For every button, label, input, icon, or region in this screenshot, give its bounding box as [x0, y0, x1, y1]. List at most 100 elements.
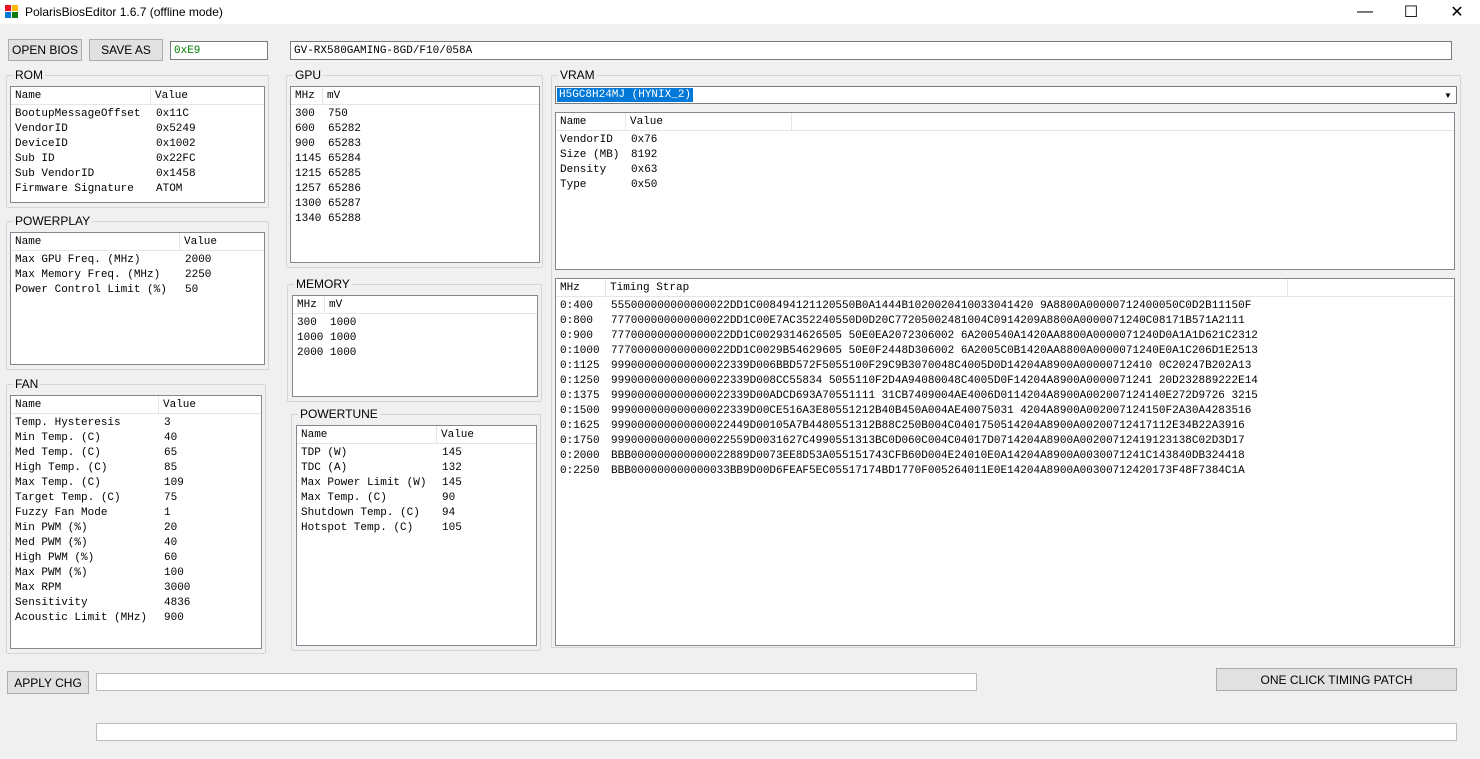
apply-changes-button[interactable]: APPLY CHG	[7, 671, 89, 694]
vram-info-list[interactable]: Name Value VendorID 0x76 Size (MB) 8192 Dens…	[555, 112, 1455, 270]
vram-info-row[interactable]: VendorID 0x76	[556, 133, 1454, 148]
powertune-row[interactable]: TDC (A) 132	[297, 461, 536, 476]
rom-row[interactable]: Sub ID 0x22FC	[11, 152, 264, 167]
memory-list[interactable]: MHz mV 300 1000 1000 1000 2000 1000	[292, 295, 538, 397]
powertune-list[interactable]: Name Value TDP (W) 145 TDC (A) 132 Max Power…	[296, 425, 537, 646]
timing-row[interactable]: 0:800 777000000000000022DD1C00E7AC3522405…	[556, 314, 1454, 329]
memory-row[interactable]: 2000 1000	[293, 346, 537, 361]
powertune-row[interactable]: Max Power Limit (W) 145	[297, 476, 536, 491]
vram-info-row[interactable]: Type 0x50	[556, 178, 1454, 193]
timing-row-cell: 999000000000000022339D00ADCD693A70551111…	[611, 390, 1258, 402]
memory-col-mv[interactable]: mV	[325, 296, 537, 313]
powertune-row[interactable]: TDP (W) 145	[297, 446, 536, 461]
timing-row[interactable]: 0:900 777000000000000022DD1C0029314626505…	[556, 329, 1454, 344]
powerplay-row[interactable]: Max GPU Freq. (MHz) 2000	[11, 253, 264, 268]
rom-row[interactable]: BootupMessageOffset 0x11C	[11, 107, 264, 122]
open-bios-button[interactable]: OPEN BIOS	[8, 39, 82, 61]
timing-row[interactable]: 0:2250 BBB000000000000033BB9D00D6FEAF5EC0…	[556, 464, 1454, 479]
fan-row[interactable]: Min PWM (%) 20	[11, 521, 261, 536]
fan-row[interactable]: Fuzzy Fan Mode 1	[11, 506, 261, 521]
gpu-row[interactable]: 300 750	[291, 107, 539, 122]
powerplay-row[interactable]: Power Control Limit (%) 50	[11, 283, 264, 298]
rom-row[interactable]: Firmware Signature ATOM	[11, 182, 264, 197]
timing-row[interactable]: 0:1250 999000000000000022339D008CC55834 5…	[556, 374, 1454, 389]
fan-row-cell: High Temp. (C)	[15, 462, 108, 474]
fan-row[interactable]: Acoustic Limit (MHz) 900	[11, 611, 261, 626]
maximize-icon: ☐	[1403, 4, 1419, 21]
fan-row[interactable]: Max Temp. (C) 109	[11, 476, 261, 491]
timing-row[interactable]: 0:1625 999000000000000022449D00105A7B4480…	[556, 419, 1454, 434]
powertune-row[interactable]: Max Temp. (C) 90	[297, 491, 536, 506]
powertune-row[interactable]: Shutdown Temp. (C) 94	[297, 506, 536, 521]
fan-col-name[interactable]: Name	[11, 396, 159, 413]
maximize-button[interactable]: ☐	[1388, 0, 1434, 24]
close-button[interactable]: ✕	[1434, 0, 1480, 24]
rom-col-value[interactable]: Value	[151, 87, 264, 104]
gpu-col-mv[interactable]: mV	[323, 87, 539, 104]
gpu-row[interactable]: 900 65283	[291, 137, 539, 152]
powertune-row[interactable]: Hotspot Temp. (C) 105	[297, 521, 536, 536]
rom-col-name[interactable]: Name	[11, 87, 151, 104]
fan-row[interactable]: Max PWM (%) 100	[11, 566, 261, 581]
fan-row-cell: Med Temp. (C)	[15, 447, 101, 459]
memory-col-mhz[interactable]: MHz	[293, 296, 325, 313]
timing-row[interactable]: 0:1750 999000000000000022559D0031627C4990…	[556, 434, 1454, 449]
timing-row[interactable]: 0:1500 999000000000000022339D00CE516A3E80…	[556, 404, 1454, 419]
gpu-row[interactable]: 600 65282	[291, 122, 539, 137]
fan-row[interactable]: Sensitivity 4836	[11, 596, 261, 611]
fan-row[interactable]: Med Temp. (C) 65	[11, 446, 261, 461]
save-as-button[interactable]: SAVE AS	[89, 39, 163, 61]
gpu-row[interactable]: 1145 65284	[291, 152, 539, 167]
checksum-field[interactable]: 0xE9	[170, 41, 268, 60]
powertune-col-name[interactable]: Name	[297, 426, 437, 443]
fan-row[interactable]: Med PWM (%) 40	[11, 536, 261, 551]
fan-row[interactable]: Max RPM 3000	[11, 581, 261, 596]
timing-row-cell: 777000000000000022DD1C0029314626505 50E0…	[611, 330, 1258, 342]
timing-row[interactable]: 0:2000 BBB000000000000022889D0073EE8D53A0…	[556, 449, 1454, 464]
gpu-row-cell: 1257	[295, 183, 322, 195]
timing-row-cell: 0:1625	[560, 420, 600, 432]
powertune-col-value[interactable]: Value	[437, 426, 536, 443]
gpu-col-mhz[interactable]: MHz	[291, 87, 323, 104]
timing-col-mhz[interactable]: MHz	[556, 279, 606, 296]
timing-col-strap[interactable]: Timing Strap	[606, 279, 1288, 296]
one-click-timing-patch-button[interactable]: ONE CLICK TIMING PATCH	[1216, 668, 1457, 691]
close-icon: ✕	[1450, 4, 1464, 21]
vram-info-row[interactable]: Density 0x63	[556, 163, 1454, 178]
gpu-row[interactable]: 1340 65288	[291, 212, 539, 227]
gpu-list[interactable]: MHz mV 300 750 600 65282 900 65283 1145 65284 12…	[290, 86, 540, 263]
vram-timing-list[interactable]: MHz Timing Strap 0:400 555000000000000022…	[555, 278, 1455, 646]
powerplay-row[interactable]: Max Memory Freq. (MHz) 2250	[11, 268, 264, 283]
fan-col-value[interactable]: Value	[159, 396, 261, 413]
chevron-down-icon[interactable]: ▼	[1440, 87, 1456, 103]
timing-row[interactable]: 0:1125 999000000000000022339D006BBD572F50…	[556, 359, 1454, 374]
memory-row[interactable]: 300 1000	[293, 316, 537, 331]
timing-row[interactable]: 0:1375 999000000000000022339D00ADCD693A70…	[556, 389, 1454, 404]
vram-info-col-name[interactable]: Name	[556, 113, 626, 130]
minimize-button[interactable]: —	[1342, 0, 1388, 24]
vram-info-row[interactable]: Size (MB) 8192	[556, 148, 1454, 163]
powerplay-list[interactable]: Name Value Max GPU Freq. (MHz) 2000 Max Me…	[10, 232, 265, 365]
vram-module-select[interactable]: H5GC8H24MJ (HYNIX_2) ▼	[555, 86, 1457, 104]
powerplay-col-name[interactable]: Name	[11, 233, 180, 250]
powertune-row-cell: TDP (W)	[301, 447, 348, 459]
gpu-row[interactable]: 1300 65287	[291, 197, 539, 212]
fan-list[interactable]: Name Value Temp. Hysteresis 3 Min Temp. (C…	[10, 395, 262, 649]
gpu-row[interactable]: 1215 65285	[291, 167, 539, 182]
powerplay-col-value[interactable]: Value	[180, 233, 264, 250]
fan-row[interactable]: High PWM (%) 60	[11, 551, 261, 566]
timing-row[interactable]: 0:1000 777000000000000022DD1C0029B5462960…	[556, 344, 1454, 359]
fan-row[interactable]: Min Temp. (C) 40	[11, 431, 261, 446]
rom-row[interactable]: VendorID 0x5249	[11, 122, 264, 137]
fan-row[interactable]: High Temp. (C) 85	[11, 461, 261, 476]
rom-list[interactable]: Name Value BootupMessageOffset 0x11C Vendo…	[10, 86, 265, 203]
memory-row[interactable]: 1000 1000	[293, 331, 537, 346]
timing-row[interactable]: 0:400 555000000000000022DD1C0084941211205…	[556, 299, 1454, 314]
fan-row[interactable]: Temp. Hysteresis 3	[11, 416, 261, 431]
gpu-row[interactable]: 1257 65286	[291, 182, 539, 197]
bios-name-field[interactable]: GV-RX580GAMING-8GD/F10/058A	[290, 41, 1452, 60]
vram-info-col-value[interactable]: Value	[626, 113, 792, 130]
fan-row[interactable]: Target Temp. (C) 75	[11, 491, 261, 506]
rom-row[interactable]: Sub VendorID 0x1458	[11, 167, 264, 182]
rom-row[interactable]: DeviceID 0x1002	[11, 137, 264, 152]
